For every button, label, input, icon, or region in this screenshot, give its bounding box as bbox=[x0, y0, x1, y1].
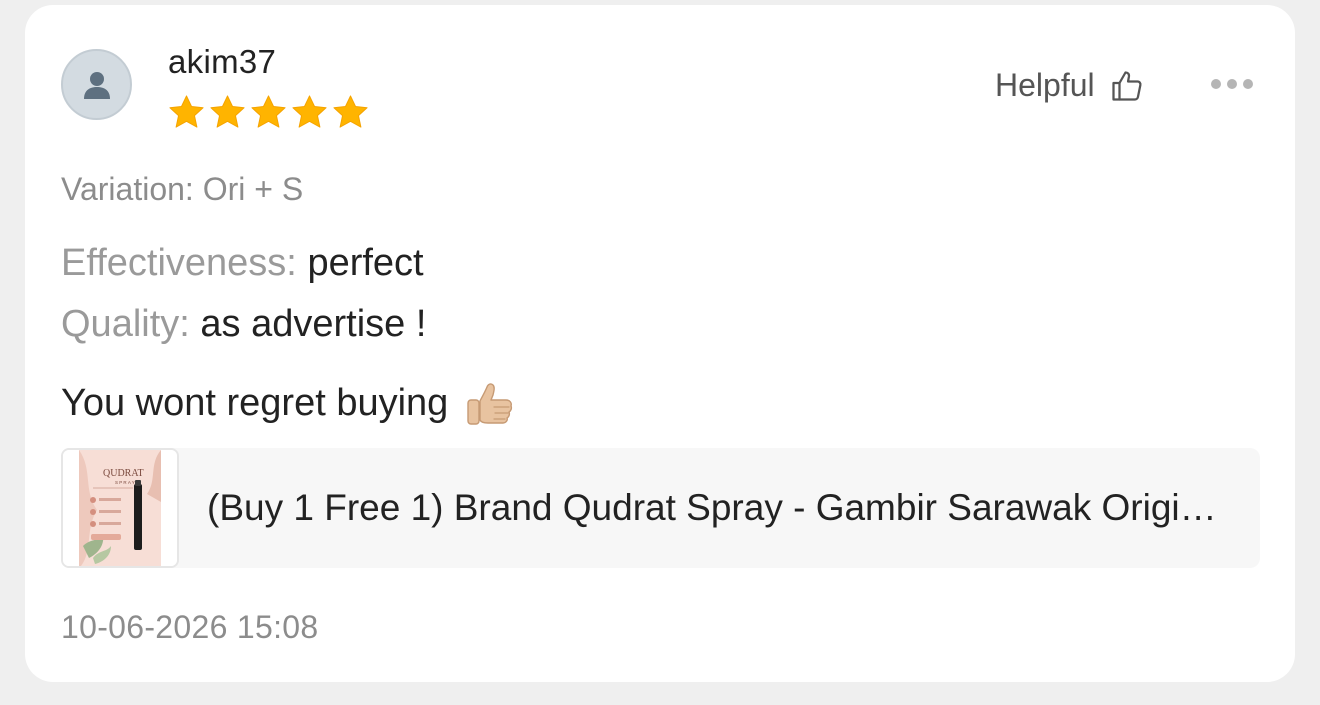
helpful-button[interactable]: Helpful bbox=[995, 67, 1145, 104]
attribute-key: Effectiveness: bbox=[61, 242, 297, 284]
attribute-value: as advertise ! bbox=[200, 303, 427, 345]
review-timestamp: 10-06-2026 15:08 bbox=[61, 609, 319, 645]
product-link[interactable]: QUDRAT SPRAY (Buy 1 Free 1) Brand Qudrat… bbox=[61, 448, 1260, 568]
attribute-key: Quality: bbox=[61, 303, 190, 345]
star-icon bbox=[169, 95, 204, 128]
thumbs-up-outline-icon bbox=[1111, 70, 1142, 101]
comment-text: You wont regret buying bbox=[61, 381, 449, 424]
star-rating bbox=[167, 93, 370, 132]
star-icon bbox=[292, 95, 327, 128]
star-icon bbox=[251, 95, 286, 128]
variation-label: Variation: Ori + S bbox=[61, 171, 304, 207]
product-title: (Buy 1 Free 1) Brand Qudrat Spray - Gamb… bbox=[207, 487, 1237, 528]
user-icon bbox=[83, 71, 110, 99]
star-icon bbox=[210, 95, 245, 128]
product-thumbnail: QUDRAT SPRAY bbox=[61, 448, 179, 568]
attribute-effectiveness: Effectiveness: perfect bbox=[61, 242, 424, 285]
reviewer-username: akim37 bbox=[168, 43, 277, 80]
more-horizontal-icon bbox=[1211, 79, 1253, 89]
more-options-button[interactable] bbox=[1211, 75, 1253, 93]
attribute-value: perfect bbox=[307, 242, 424, 284]
review-comment: You wont regret buying bbox=[61, 375, 518, 431]
thumbnail-sub: SPRAY bbox=[115, 480, 136, 485]
avatar[interactable] bbox=[61, 49, 132, 120]
helpful-label: Helpful bbox=[995, 67, 1095, 103]
thumbs-up-emoji-icon bbox=[467, 383, 513, 425]
thumbnail-brand: QUDRAT bbox=[103, 468, 144, 479]
star-icon bbox=[333, 95, 368, 128]
attribute-quality: Quality: as advertise ! bbox=[61, 303, 426, 346]
review-card: akim37 Helpful Variation: Ori + S Effect… bbox=[25, 5, 1295, 682]
